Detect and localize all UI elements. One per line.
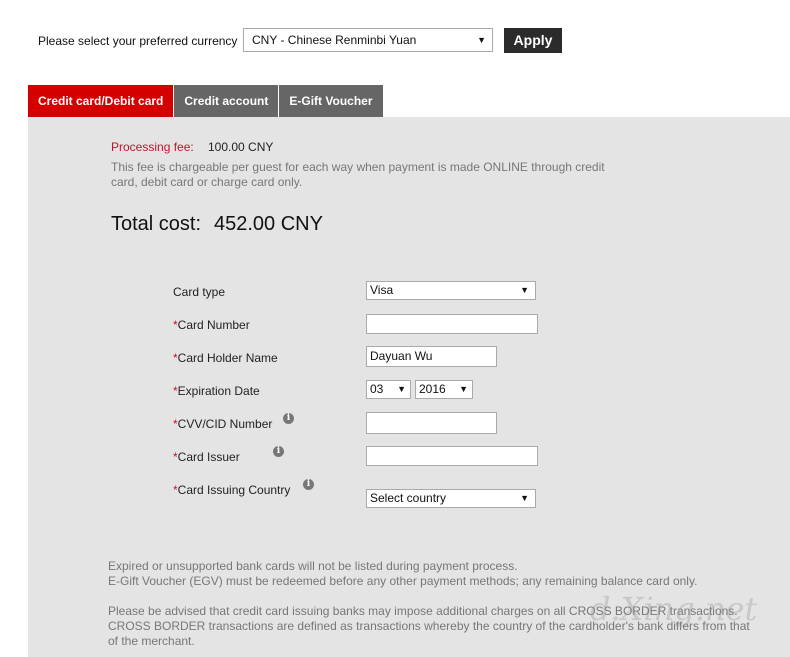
cvv-label: *CVV/CID Number — [173, 417, 273, 431]
card-issuer-label: *Card Issuer — [173, 450, 240, 464]
card-issuer-input[interactable] — [366, 446, 538, 466]
card-type-label: Card type — [173, 285, 226, 299]
card-holder-label: *Card Holder Name — [173, 351, 278, 365]
currency-label: Please select your preferred currency — [38, 34, 238, 48]
footer-note-expired-cards: Expired or unsupported bank cards will n… — [108, 559, 518, 573]
footer-note-egv: E-Gift Voucher (EGV) must be redeemed be… — [108, 574, 698, 588]
info-icon[interactable]: i — [303, 479, 314, 490]
processing-fee-value: 100.00 CNY — [208, 140, 274, 154]
card-number-input[interactable] — [366, 314, 538, 334]
card-number-label: *Card Number — [173, 318, 250, 332]
card-issuing-country-select[interactable]: Select country ▼ — [366, 489, 536, 508]
chevron-down-icon: ▼ — [520, 285, 529, 295]
payment-tabs: Credit card/Debit card Credit account E-… — [28, 85, 384, 117]
total-cost-value: 452.00 CNY — [214, 213, 323, 235]
expiration-month-select[interactable]: 03 ▼ — [366, 380, 411, 399]
expiration-year-select[interactable]: 2016 ▼ — [415, 380, 473, 399]
processing-fee-label: Processing fee: — [111, 140, 194, 154]
tab-credit-debit-card[interactable]: Credit card/Debit card — [28, 85, 174, 117]
payment-panel: Processing fee: 100.00 CNY This fee is c… — [28, 117, 790, 657]
chevron-down-icon: ▼ — [477, 35, 486, 45]
tab-e-gift-voucher[interactable]: E-Gift Voucher — [279, 85, 383, 117]
info-icon[interactable]: i — [273, 446, 284, 457]
card-issuing-country-value: Select country — [370, 491, 447, 505]
chevron-down-icon: ▼ — [520, 493, 529, 503]
total-cost-label: Total cost: — [111, 213, 202, 235]
expiration-year-value: 2016 — [419, 382, 446, 396]
card-type-value: Visa — [370, 283, 394, 297]
cvv-input[interactable] — [366, 412, 497, 434]
chevron-down-icon: ▼ — [397, 384, 406, 394]
apply-button[interactable]: Apply — [504, 28, 562, 53]
currency-select-value: CNY - Chinese Renminbi Yuan — [252, 33, 417, 47]
tab-credit-account[interactable]: Credit account — [174, 85, 279, 117]
info-icon[interactable]: i — [283, 413, 294, 424]
expiration-date-label: *Expiration Date — [173, 384, 260, 398]
card-holder-input[interactable]: Dayuan Wu — [366, 346, 497, 367]
watermark: d.Xing.net — [590, 590, 758, 628]
card-type-select[interactable]: Visa ▼ — [366, 281, 536, 300]
card-issuing-country-label: *Card Issuing Country — [173, 483, 291, 497]
processing-fee-note: This fee is chargeable per guest for eac… — [111, 160, 605, 189]
expiration-month-value: 03 — [370, 382, 384, 396]
currency-select[interactable]: CNY - Chinese Renminbi Yuan ▼ — [243, 28, 493, 52]
chevron-down-icon: ▼ — [459, 384, 468, 394]
